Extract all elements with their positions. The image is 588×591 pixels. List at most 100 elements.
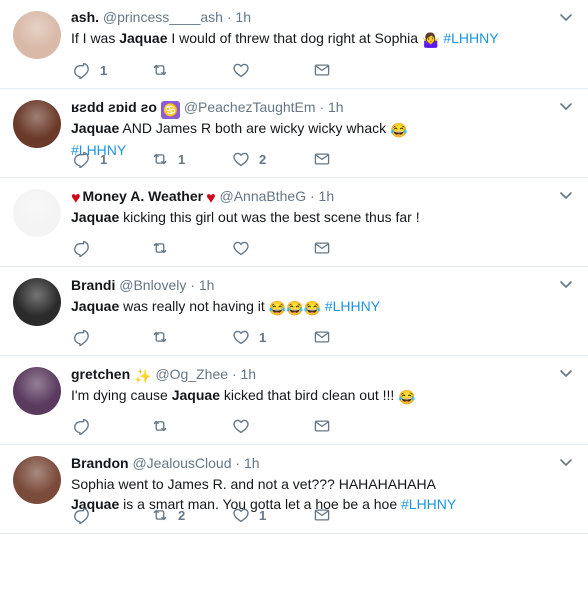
retweet-button[interactable]	[151, 239, 178, 257]
direct-message-icon	[313, 328, 331, 346]
separator-dot: ·	[231, 366, 237, 382]
text-segment: Sophia went to James R. and not a vet???…	[71, 476, 436, 492]
direct-message-button[interactable]	[313, 328, 331, 346]
reply-button[interactable]: 1	[73, 150, 107, 168]
like-button[interactable]: 1	[232, 328, 266, 346]
action-count: 1	[100, 62, 108, 78]
like-button[interactable]	[232, 417, 259, 435]
timestamp[interactable]: 1h	[319, 188, 335, 204]
heart-emoji: ♥	[206, 190, 216, 207]
text-segment: I would of threw that dog right at Sophi…	[167, 30, 422, 46]
direct-message-icon	[313, 61, 331, 79]
tweet[interactable]: gretchen ✨ @Og_Zhee · 1h I'm dying cause J…	[0, 356, 588, 445]
chevron-down-icon[interactable]	[558, 9, 574, 25]
tweet[interactable]: Brandi @Bnlovely · 1h Jaquae was really n…	[0, 267, 588, 356]
timestamp[interactable]: 1h	[241, 366, 257, 382]
text-segment: kicking this girl out was the best scene…	[119, 209, 420, 225]
avatar[interactable]	[13, 11, 61, 59]
timestamp[interactable]: 1h	[235, 9, 251, 25]
tweet-text: Jaquae was really not having it 😂😂😂 #LHH…	[71, 296, 571, 318]
tweet-header: ♥ Money A. Weather ♥ @AnnaBtheG · 1h	[71, 187, 334, 208]
avatar[interactable]	[13, 456, 61, 504]
action-count: 1	[259, 329, 267, 345]
like-button[interactable]	[232, 61, 259, 79]
tweet[interactable]: ♥ Money A. Weather ♥ @AnnaBtheG · 1h Jaquae…	[0, 178, 588, 267]
action-count: 2	[178, 507, 186, 523]
highlighted-term: Jaquae	[171, 387, 220, 403]
user-handle[interactable]: @princess____ash	[103, 9, 223, 25]
chevron-down-icon[interactable]	[558, 365, 574, 381]
chevron-down-icon[interactable]	[558, 454, 574, 470]
avatar[interactable]	[13, 189, 61, 237]
reply-button[interactable]	[73, 506, 100, 524]
hashtag-link[interactable]: #LHHNY	[401, 496, 456, 512]
emoji: 😂😂😂	[268, 300, 321, 316]
display-name[interactable]: ʁƨdd ƨɒid ƨo	[71, 99, 157, 115]
hashtag-link[interactable]: #LHHNY	[443, 30, 498, 46]
direct-message-icon	[313, 150, 331, 168]
tweet-text: I'm dying cause Jaquae kicked that bird …	[71, 385, 571, 407]
tweet-text: If I was Jaquae I would of threw that do…	[71, 28, 571, 50]
like-button[interactable]	[232, 239, 259, 257]
tweet-text-line: If I was Jaquae I would of threw that do…	[71, 28, 571, 50]
user-handle[interactable]: @AnnaBtheG	[219, 188, 306, 204]
reply-icon	[73, 61, 91, 79]
retweet-button[interactable]	[151, 61, 178, 79]
display-name[interactable]: ash.	[71, 9, 99, 25]
direct-message-button[interactable]	[313, 61, 331, 79]
reply-button[interactable]	[73, 328, 100, 346]
text-segment: AND James R both are wicky wicky whack	[119, 120, 390, 136]
timestamp[interactable]: 1h	[328, 99, 344, 115]
retweet-button[interactable]	[151, 417, 178, 435]
direct-message-button[interactable]	[313, 417, 331, 435]
action-count: 1	[100, 151, 108, 167]
separator-dot: ·	[309, 188, 315, 204]
like-button[interactable]: 2	[232, 150, 266, 168]
avatar[interactable]	[13, 278, 61, 326]
user-handle[interactable]: @Og_Zhee	[155, 366, 228, 382]
tweet[interactable]: ash. @princess____ash · 1h If I was Jaqua…	[0, 0, 588, 89]
reply-button[interactable]	[73, 417, 100, 435]
user-handle[interactable]: @JealousCloud	[132, 455, 231, 471]
reply-icon	[73, 506, 91, 524]
display-name[interactable]: gretchen	[71, 366, 130, 382]
highlighted-term: Jaquae	[119, 30, 168, 46]
text-segment: kicked that bird clean out !!!	[219, 387, 399, 403]
avatar[interactable]	[13, 100, 61, 148]
direct-message-button[interactable]	[313, 506, 331, 524]
retweet-button[interactable]: 1	[151, 150, 185, 168]
action-count: 2	[259, 151, 267, 167]
name-emoji: ✨	[134, 368, 152, 384]
timestamp[interactable]: 1h	[199, 277, 215, 293]
display-name[interactable]: Money A. Weather	[83, 188, 204, 204]
chevron-down-icon[interactable]	[558, 187, 574, 203]
chevron-down-icon[interactable]	[558, 98, 574, 114]
like-button[interactable]: 1	[232, 506, 266, 524]
chevron-down-icon[interactable]	[558, 276, 574, 292]
hashtag-link[interactable]: #LHHNY	[325, 298, 380, 314]
direct-message-icon	[313, 417, 331, 435]
emoji: 🤷‍♀️	[421, 32, 440, 48]
tweet-actions: 1	[71, 328, 351, 346]
tweet-text-line: Jaquae AND James R both are wicky wicky …	[71, 118, 571, 140]
tweet-actions	[71, 417, 351, 435]
reply-button[interactable]: 1	[73, 61, 107, 79]
tweet[interactable]: Brandon @JealousCloud · 1h Sophia went to…	[0, 445, 588, 534]
like-icon	[232, 61, 250, 79]
retweet-button[interactable]: 2	[151, 506, 185, 524]
direct-message-button[interactable]	[313, 239, 331, 257]
direct-message-button[interactable]	[313, 150, 331, 168]
display-name[interactable]: Brandon	[71, 455, 129, 471]
separator-dot: ·	[319, 99, 325, 115]
tweet[interactable]: ʁƨdd ƨɒid ƨo ♋ @PeachezTaughtEm · 1h Jaqua…	[0, 89, 588, 178]
timestamp[interactable]: 1h	[244, 455, 260, 471]
display-name[interactable]: Brandi	[71, 277, 115, 293]
tweet-text-line: Jaquae kicking this girl out was the bes…	[71, 207, 571, 227]
user-handle[interactable]: @Bnlovely	[119, 277, 186, 293]
reply-button[interactable]	[73, 239, 100, 257]
tweet-header: gretchen ✨ @Og_Zhee · 1h	[71, 365, 256, 385]
avatar[interactable]	[13, 367, 61, 415]
user-handle[interactable]: @PeachezTaughtEm	[184, 99, 316, 115]
retweet-button[interactable]	[151, 328, 178, 346]
like-icon	[232, 328, 250, 346]
